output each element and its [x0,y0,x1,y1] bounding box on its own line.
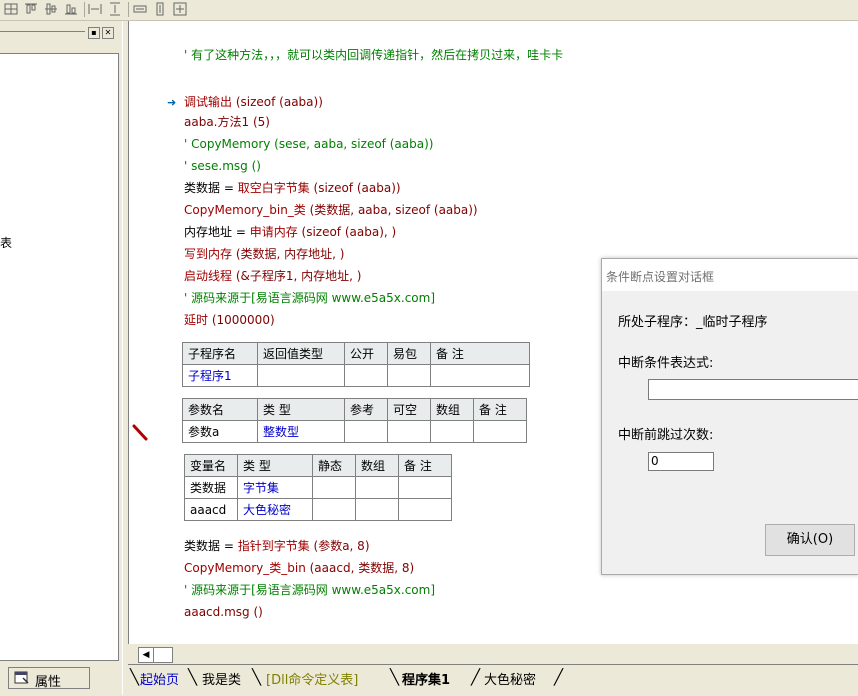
code-line-msg[interactable]: aaacd.msg () [184,603,263,621]
code-line-method[interactable]: aaba.方法1 (5) [184,113,270,131]
table-cell[interactable]: 整数型 [257,420,345,443]
properties-icon [14,671,29,684]
list-partial-text: 表 [0,236,13,250]
table-header-cell: 变量名 [184,454,238,477]
condition-expression-input[interactable] [648,379,858,400]
same-size-icon[interactable] [173,2,187,16]
skip-count-input[interactable]: 0 [648,452,714,471]
code-line-start-thread[interactable]: 启动线程 (&子程序1, 内存地址, ) [184,267,361,285]
panel-restore-button[interactable]: ▪ [88,27,100,39]
horizontal-space-icon[interactable] [88,2,102,16]
table-cell[interactable]: 参数a [182,420,258,443]
properties-tab-label: 属性 [35,675,62,690]
code-line-write-mem[interactable]: 写到内存 (类数据, 内存地址, ) [184,245,344,263]
panel-titlebar: ▪ ✕ [0,26,118,39]
condition-expression-label: 中断条件表达式: [618,356,714,371]
align-bottom-icon[interactable] [64,2,78,16]
table-cell[interactable]: 子程序1 [182,364,258,387]
code-comment: ' 源码来源于[易语言源码网 www.e5a5x.com] [184,291,435,305]
alignment-toolbar [0,0,858,21]
table-cell[interactable] [355,498,399,521]
table-header-cell: 备 注 [430,342,530,365]
scroll-thumb[interactable] [153,647,173,663]
table-header-cell: 类 型 [237,454,313,477]
toolbar-separator [128,2,129,17]
code-line-copy-bin[interactable]: CopyMemory_bin_类 (类数据, aaba, sizeof (aab… [184,201,478,219]
document-tab-bar: ╲ 起始页 ╲ 我是类 ╲ [Dll命令定义表] ╲ 程序集1 ╱ 大色秘密 ╱ [128,664,858,696]
dialog-title: 条件断点设置对话框 [606,270,715,284]
table-cell[interactable] [430,420,474,443]
table-header-cell: 数组 [355,454,399,477]
confirm-button[interactable]: 确认(O) [765,524,855,556]
table-cell[interactable] [473,420,527,443]
variable-table[interactable]: 变量名 类 型 静态 数组 备 注 类数据 字节集 aaacd 大色秘密 [184,454,452,521]
code-line-delay[interactable]: 延时 (1000000) [184,311,275,329]
align-top-icon[interactable] [24,2,38,16]
table-header-cell: 参考 [344,398,388,421]
table-cell[interactable]: 类数据 [184,476,238,499]
vertical-space-icon[interactable] [108,2,122,16]
code-line-alloc[interactable]: 内存地址 = 申请内存 (sizeof (aaba), ) [184,223,396,241]
code-comment: ' 源码来源于[易语言源码网 www.e5a5x.com] [184,583,435,597]
table-cell[interactable] [257,364,345,387]
table-cell[interactable] [344,420,388,443]
subprogram-table[interactable]: 子程序名 返回值类型 公开 易包 备 注 子程序1 [182,342,530,387]
skip-count-label: 中断前跳过次数: [618,428,714,443]
table-cell[interactable] [430,364,530,387]
same-width-icon[interactable] [133,2,147,16]
table-header-cell: 可空 [387,398,431,421]
tab-big-secret[interactable]: 大色秘密 [484,669,536,688]
tab-start-page[interactable]: 起始页 [140,669,179,688]
code-line-pointer[interactable]: 类数据 = 指针到字节集 (参数a, 8) [184,537,370,555]
table-cell[interactable]: 大色秘密 [237,498,313,521]
table-cell[interactable] [355,476,399,499]
table-header-cell: 类 型 [257,398,345,421]
table-cell[interactable] [398,476,452,499]
subprogram-label: 所处子程序：_临时子程序 [618,315,768,330]
table-cell[interactable] [398,498,452,521]
table-cell[interactable] [312,476,356,499]
table-header-cell: 备 注 [398,454,452,477]
table-cell[interactable]: 字节集 [237,476,313,499]
code-comment: ' sese.msg () [184,159,261,173]
component-list[interactable]: 表 [0,53,119,661]
table-header-cell: 易包 [387,342,431,365]
table-header-cell: 静态 [312,454,356,477]
table-cell[interactable]: aaacd [184,498,238,521]
panel-close-button[interactable]: ✕ [102,27,114,39]
table-cell[interactable] [312,498,356,521]
breakpoint-marker-icon[interactable] [131,422,151,444]
table-header-cell: 参数名 [182,398,258,421]
toolbar-separator [84,2,85,17]
parameter-table[interactable]: 参数名 类 型 参考 可空 数组 备 注 参数a 整数型 [182,398,527,443]
table-cell[interactable] [387,364,431,387]
same-height-icon[interactable] [153,2,167,16]
table-header-cell: 公开 [344,342,388,365]
tab-dll-commands[interactable]: [Dll命令定义表] [266,669,358,688]
table-cell[interactable] [387,420,431,443]
code-comment: ' CopyMemory (sese, aaba, sizeof (aaba)) [184,137,434,151]
conditional-breakpoint-dialog: 条件断点设置对话框 所处子程序：_临时子程序 中断条件表达式: 中断前跳过次数:… [601,258,858,575]
dialog-titlebar[interactable]: 条件断点设置对话框 [602,259,858,291]
tab-assembly-1[interactable]: 程序集1 [402,669,450,688]
code-comment: ' 有了这种方法，，，就可以类内回调传递指针，然后在拷贝过来，哇卡卡 [184,48,564,62]
tab-my-class[interactable]: 我是类 [202,669,241,688]
code-line-assign-bytes[interactable]: 类数据 = 取空白字节集 (sizeof (aaba)) [184,179,401,197]
table-insert-icon[interactable] [4,2,18,16]
code-line-copy-cls[interactable]: CopyMemory_类_bin (aaacd, 类数据, 8) [184,559,414,577]
table-header-cell: 返回值类型 [257,342,345,365]
left-panel: ▪ ✕ 表 属性 [0,21,122,695]
table-header-cell: 备 注 [473,398,527,421]
table-header-cell: 子程序名 [182,342,258,365]
table-cell[interactable] [344,364,388,387]
horizontal-scrollbar[interactable]: ◀ [128,644,858,664]
code-line-debug[interactable]: 调试输出 (sizeof (aaba)) [184,93,323,111]
scroll-left-arrow-icon[interactable]: ◀ [138,647,154,663]
table-header-cell: 数组 [430,398,474,421]
align-middle-icon[interactable] [44,2,58,16]
current-line-arrow-icon: ➜ [167,96,177,109]
properties-tab[interactable]: 属性 [8,667,90,690]
